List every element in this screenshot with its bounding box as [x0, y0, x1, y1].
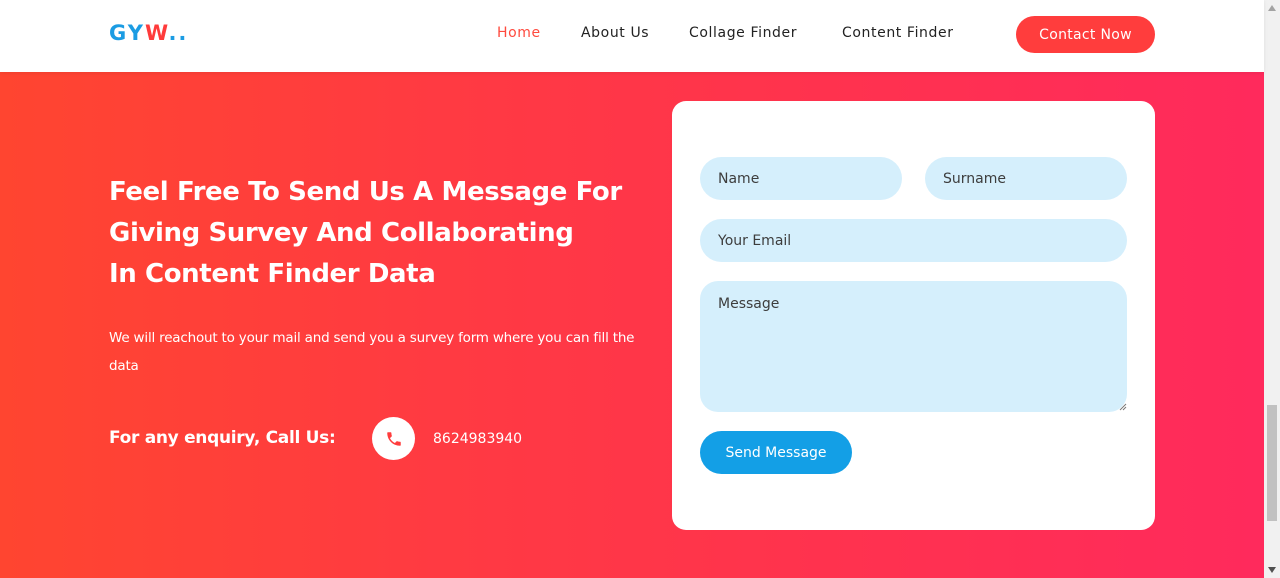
page-scrollbar[interactable]	[1264, 0, 1280, 578]
surname-input[interactable]	[925, 157, 1127, 200]
contact-form: Send Message	[672, 101, 1155, 530]
contact-section: Feel Free To Send Us A Message For Givin…	[0, 72, 1264, 578]
name-input[interactable]	[700, 157, 902, 200]
contact-heading: Feel Free To Send Us A Message For Givin…	[109, 172, 649, 295]
logo-part-2: W	[144, 21, 169, 45]
site-logo[interactable]: GYW..	[109, 21, 188, 45]
site-header: GYW.. Home About Us Collage Finder Conte…	[0, 0, 1264, 72]
heading-line-2: Giving Survey And Collaborating	[109, 218, 574, 248]
scrollbar-thumb[interactable]	[1267, 405, 1277, 521]
message-textarea[interactable]	[700, 281, 1127, 412]
enquiry-label: For any enquiry, Call Us:	[109, 428, 336, 448]
nav-about-us[interactable]: About Us	[581, 25, 649, 41]
send-message-button[interactable]: Send Message	[700, 431, 852, 474]
nav-content-finder[interactable]: Content Finder	[842, 25, 954, 41]
phone-icon[interactable]	[372, 417, 415, 460]
heading-line-3: In Content Finder Data	[109, 259, 436, 289]
contact-now-button[interactable]: Contact Now	[1016, 16, 1155, 53]
logo-part-1: GY	[109, 21, 145, 45]
logo-part-3: ..	[168, 21, 189, 45]
heading-line-1: Feel Free To Send Us A Message For	[109, 177, 622, 207]
scroll-down-arrow-icon[interactable]	[1264, 562, 1280, 578]
email-input[interactable]	[700, 219, 1127, 262]
nav-collage-finder[interactable]: Collage Finder	[689, 25, 797, 41]
contact-description: We will reachout to your mail and send y…	[109, 330, 635, 374]
nav-home[interactable]: Home	[497, 25, 541, 41]
resize-grip-icon[interactable]	[1119, 403, 1127, 411]
phone-glyph	[386, 431, 401, 446]
phone-number[interactable]: 8624983940	[433, 431, 522, 447]
scroll-up-arrow-icon[interactable]	[1264, 0, 1280, 16]
